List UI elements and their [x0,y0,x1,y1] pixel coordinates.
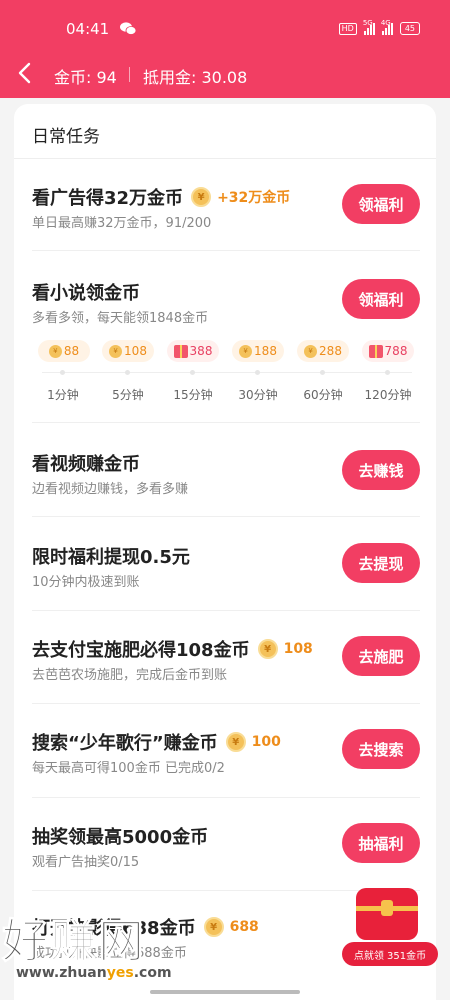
task-title: 限时福利提现0.5元 [32,547,190,568]
hd-icon: HD [338,22,357,35]
task-search: 搜索“少年歌行”赚金币 ¥ 100 每天最高可得100金币 已完成0/2 去搜索 [32,729,420,777]
lottery-button[interactable]: 抽福利 [342,823,420,863]
reading-reward-timeline: ¥88 1分钟 ¥108 5分钟 388 15分钟 ¥188 30分钟 ¥288… [32,340,420,402]
task-title: 去支付宝施肥必得108金币 ¥ 108 [32,639,313,661]
status-bar: 04:41 HD 5G 4G 45 [0,0,450,40]
task-reward: 108 [283,641,313,657]
timeline-reward: 788 [358,340,418,362]
timeline-label: 60分钟 [303,388,343,402]
divider [32,422,420,423]
battery-icon: 45 [399,22,420,35]
timeline-dot [190,370,195,375]
coin-icon: ¥ [109,344,123,358]
timeline-track [42,372,412,373]
task-alipay-fertilize: 去支付宝施肥必得108金币 ¥ 108 去芭芭农场施肥，完成后金币到账 去施肥 [32,636,420,684]
coin-icon: ¥ [304,344,318,358]
task-subtitle: 观看广告抽奖0/15 [32,855,140,870]
timeline-reward: ¥188 [228,340,288,362]
task-watch-video: 看视频赚金币 边看视频边赚钱，多看多赚 去赚钱 [32,450,420,498]
gift-icon [173,344,188,358]
task-subtitle: 每天最高可得100金币 已完成0/2 [32,761,225,776]
timeline-reward: ¥108 [98,340,158,362]
timeline-dot [125,370,130,375]
timeline-label: 1分钟 [47,388,79,402]
wechat-icon [120,22,136,35]
task-subtitle: 多看多领，每天能领1848金币 [32,311,209,326]
signal-4g-icon: 4G [381,19,393,35]
coin-icon: ¥ [239,344,253,358]
task-subtitle: 单日最高赚32万金币，91/200 [32,216,212,231]
coin-icon: ¥ [191,187,212,207]
timeline-dot [385,370,390,375]
task-lottery: 抽奖领最高5000金币 观看广告抽奖0/15 抽福利 [32,823,420,871]
watermark-url: www.zhuanyes.com [16,965,172,981]
task-title: 看视频赚金币 [32,454,140,475]
floating-gift-button[interactable]: 点就领 351金币 [342,888,438,968]
task-title: 搜索“少年歌行”赚金币 ¥ 100 [32,732,281,754]
timeline-dot [60,370,65,375]
signal-5g-icon: 5G [363,19,375,35]
coin-icon: ¥ [257,639,278,659]
status-icons: HD 5G 4G 45 [338,19,420,35]
divider [14,158,436,159]
earn-money-button[interactable]: 去赚钱 [342,450,420,490]
task-subtitle: 10分钟内极速到账 [32,575,140,590]
header-divider [129,67,130,82]
divider [32,610,420,611]
task-subtitle: 边看视频边赚钱，多看多赚 [32,482,189,497]
back-arrow-icon[interactable] [14,58,36,88]
claim-benefit-button[interactable]: 领福利 [342,184,420,224]
divider [32,250,420,251]
timeline-dot [320,370,325,375]
daily-tasks-card: 日常任务 看广告得32万金币 ¥ +32万金币 单日最高赚32万金币，91/20… [14,104,436,1000]
status-time: 04:41 [66,20,110,38]
coin-icon: ¥ [225,732,246,752]
timeline-dot [255,370,260,375]
withdraw-button[interactable]: 去提现 [342,543,420,583]
gift-icon [368,344,383,358]
timeline-label: 5分钟 [112,388,144,402]
coin-icon: ¥ [48,344,62,358]
task-title: 看小说领金币 [32,283,140,304]
watermark-logo: 好赚网 [2,914,146,969]
app-header: 04:41 HD 5G 4G 45 金币: 94 抵用金: 30.08 [0,0,450,98]
fertilize-button[interactable]: 去施肥 [342,636,420,676]
divider [32,797,420,798]
home-indicator[interactable] [150,990,300,994]
timeline-label: 15分钟 [173,388,213,402]
watermark: 好赚网 www.zhuanyes.com [2,905,242,995]
task-reward: 100 [251,734,281,750]
claim-benefit-button[interactable]: 领福利 [342,279,420,319]
search-button[interactable]: 去搜索 [342,729,420,769]
task-title: 抽奖领最高5000金币 [32,827,209,848]
timeline-label: 30分钟 [238,388,278,402]
timeline-reward: 388 [163,340,223,362]
timeline-reward: ¥288 [293,340,353,362]
divider [32,703,420,704]
section-title: 日常任务 [32,127,100,147]
task-reward: +32万金币 [217,190,291,206]
task-watch-ads: 看广告得32万金币 ¥ +32万金币 单日最高赚32万金币，91/200 领福利 [32,184,420,232]
divider [32,516,420,517]
timeline-label: 120分钟 [364,388,412,402]
nav-bar: 金币: 94 抵用金: 30.08 [0,56,450,92]
task-title: 看广告得32万金币 ¥ +32万金币 [32,187,291,209]
gift-box-icon [356,888,418,940]
task-read-novel: 看小说领金币 多看多领，每天能领1848金币 领福利 [32,279,420,327]
task-subtitle: 去芭芭农场施肥，完成后金币到账 [32,668,228,683]
floating-gift-label: 点就领 351金币 [342,942,438,966]
task-withdraw: 限时福利提现0.5元 10分钟内极速到账 去提现 [32,543,420,591]
deduction-balance: 抵用金: 30.08 [143,68,248,87]
timeline-reward: ¥88 [34,340,94,362]
coin-balance: 金币: 94 [54,68,117,87]
